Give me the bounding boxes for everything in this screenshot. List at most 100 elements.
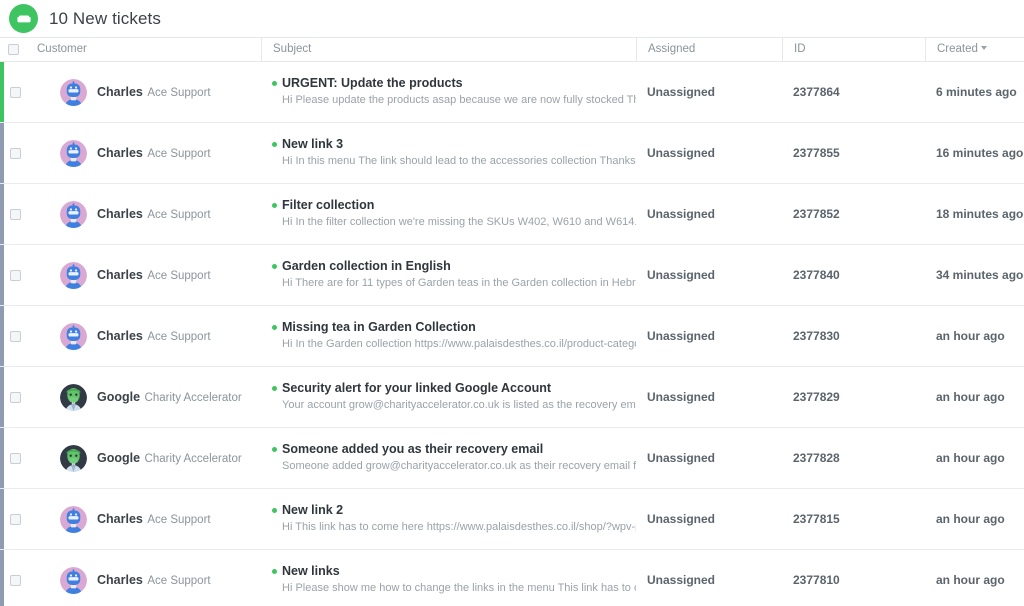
created-value: an hour ago — [936, 573, 1005, 587]
assigned-cell[interactable]: Unassigned — [636, 489, 782, 549]
subject-preview: Someone added grow@charityaccelerator.co… — [282, 460, 636, 472]
row-checkbox[interactable] — [10, 148, 21, 159]
id-cell: 2377864 — [782, 62, 925, 122]
unread-dot-icon — [272, 264, 277, 269]
assigned-cell[interactable]: Unassigned — [636, 123, 782, 183]
subject-cell[interactable]: New link 3 Hi In this menu The link shou… — [261, 123, 636, 183]
row-select-cell[interactable] — [4, 367, 26, 427]
subject-cell[interactable]: Security alert for your linked Google Ac… — [261, 367, 636, 427]
assigned-value: Unassigned — [647, 573, 715, 587]
subject-line: New link 3 — [272, 137, 636, 151]
assigned-cell[interactable]: Unassigned — [636, 245, 782, 305]
assigned-cell[interactable]: Unassigned — [636, 306, 782, 366]
subject-cell[interactable]: Missing tea in Garden Collection Hi In t… — [261, 306, 636, 366]
table-row[interactable]: Google Charity Accelerator Someone added… — [0, 428, 1024, 489]
table-row[interactable]: Charles Ace Support New link 2 Hi This l… — [0, 489, 1024, 550]
row-select-cell[interactable] — [4, 306, 26, 366]
ticket-id: 2377840 — [793, 268, 840, 282]
customer-cell: Charles Ace Support — [26, 306, 261, 366]
row-checkbox[interactable] — [10, 575, 21, 586]
row-checkbox[interactable] — [10, 209, 21, 220]
app-header: 10 New tickets — [0, 0, 1024, 37]
row-select-cell[interactable] — [4, 245, 26, 305]
row-checkbox[interactable] — [10, 453, 21, 464]
customer-text: Charles Ace Support — [97, 204, 211, 224]
table-row[interactable]: Charles Ace Support New links Hi Please … — [0, 550, 1024, 606]
row-checkbox[interactable] — [10, 87, 21, 98]
table-row[interactable]: Charles Ace Support URGENT: Update the p… — [0, 62, 1024, 123]
customer-name: Charles — [97, 573, 143, 587]
id-cell: 2377815 — [782, 489, 925, 549]
google-avatar — [60, 445, 87, 472]
row-select-cell[interactable] — [4, 123, 26, 183]
subject-preview: Your account grow@charityaccelerator.co.… — [282, 399, 636, 411]
customer-text: Google Charity Accelerator — [97, 387, 242, 407]
customer-text: Charles Ace Support — [97, 509, 211, 529]
table-row[interactable]: Charles Ace Support Missing tea in Garde… — [0, 306, 1024, 367]
customer-cell: Charles Ace Support — [26, 550, 261, 606]
charles-avatar — [60, 567, 87, 594]
column-header-created-label: Created — [937, 43, 978, 55]
customer-cell: Google Charity Accelerator — [26, 367, 261, 427]
subject-line: Filter collection — [272, 198, 636, 212]
select-all-checkbox[interactable] — [8, 44, 19, 55]
assigned-cell[interactable]: Unassigned — [636, 62, 782, 122]
row-checkbox[interactable] — [10, 331, 21, 342]
subject-cell[interactable]: Someone added you as their recovery emai… — [261, 428, 636, 488]
subject-preview: Hi In the Garden collection https://www.… — [282, 338, 636, 350]
created-value: an hour ago — [936, 512, 1005, 526]
customer-text: Charles Ace Support — [97, 265, 211, 285]
row-checkbox[interactable] — [10, 270, 21, 281]
created-value: an hour ago — [936, 390, 1005, 404]
assigned-cell[interactable]: Unassigned — [636, 367, 782, 427]
google-avatar — [60, 384, 87, 411]
customer-org: Ace Support — [147, 148, 210, 160]
table-row[interactable]: Charles Ace Support Filter collection Hi… — [0, 184, 1024, 245]
customer-name: Charles — [97, 268, 143, 282]
row-select-cell[interactable] — [4, 62, 26, 122]
subject-cell[interactable]: Filter collection Hi In the filter colle… — [261, 184, 636, 244]
subject-cell[interactable]: New links Hi Please show me how to chang… — [261, 550, 636, 606]
assigned-value: Unassigned — [647, 146, 715, 160]
column-header-assigned[interactable]: Assigned — [636, 37, 782, 62]
unread-dot-icon — [272, 325, 277, 330]
subject-preview: Hi This link has to come here https://ww… — [282, 521, 636, 533]
customer-org: Ace Support — [147, 514, 210, 526]
id-cell: 2377810 — [782, 550, 925, 606]
select-all-cell[interactable] — [0, 37, 26, 62]
assigned-cell[interactable]: Unassigned — [636, 428, 782, 488]
charles-avatar — [60, 79, 87, 106]
column-header-created[interactable]: Created — [925, 37, 1024, 62]
table-row[interactable]: Charles Ace Support Garden collection in… — [0, 245, 1024, 306]
customer-name: Charles — [97, 146, 143, 160]
subject-line: Garden collection in English — [272, 259, 636, 273]
row-checkbox[interactable] — [10, 392, 21, 403]
subject-title: New link 2 — [282, 503, 343, 517]
row-checkbox[interactable] — [10, 514, 21, 525]
charles-avatar — [60, 140, 87, 167]
subject-cell[interactable]: URGENT: Update the products Hi Please up… — [261, 62, 636, 122]
table-row[interactable]: Google Charity Accelerator Security aler… — [0, 367, 1024, 428]
column-header-id[interactable]: ID — [782, 37, 925, 62]
column-header-subject[interactable]: Subject — [261, 37, 636, 62]
row-select-cell[interactable] — [4, 489, 26, 549]
customer-name: Google — [97, 451, 140, 465]
created-value: 18 minutes ago — [936, 207, 1023, 221]
id-cell: 2377829 — [782, 367, 925, 427]
assigned-cell[interactable]: Unassigned — [636, 184, 782, 244]
subject-title: New link 3 — [282, 137, 343, 151]
column-header-customer[interactable]: Customer — [26, 37, 261, 62]
assigned-value: Unassigned — [647, 390, 715, 404]
created-cell: 34 minutes ago — [925, 245, 1024, 305]
row-select-cell[interactable] — [4, 428, 26, 488]
row-select-cell[interactable] — [4, 550, 26, 606]
assigned-cell[interactable]: Unassigned — [636, 550, 782, 606]
row-select-cell[interactable] — [4, 184, 26, 244]
unread-dot-icon — [272, 569, 277, 574]
table-row[interactable]: Charles Ace Support New link 3 Hi In thi… — [0, 123, 1024, 184]
charles-avatar — [60, 506, 87, 533]
created-cell: an hour ago — [925, 367, 1024, 427]
subject-cell[interactable]: New link 2 Hi This link has to come here… — [261, 489, 636, 549]
customer-name: Charles — [97, 512, 143, 526]
subject-cell[interactable]: Garden collection in English Hi There ar… — [261, 245, 636, 305]
